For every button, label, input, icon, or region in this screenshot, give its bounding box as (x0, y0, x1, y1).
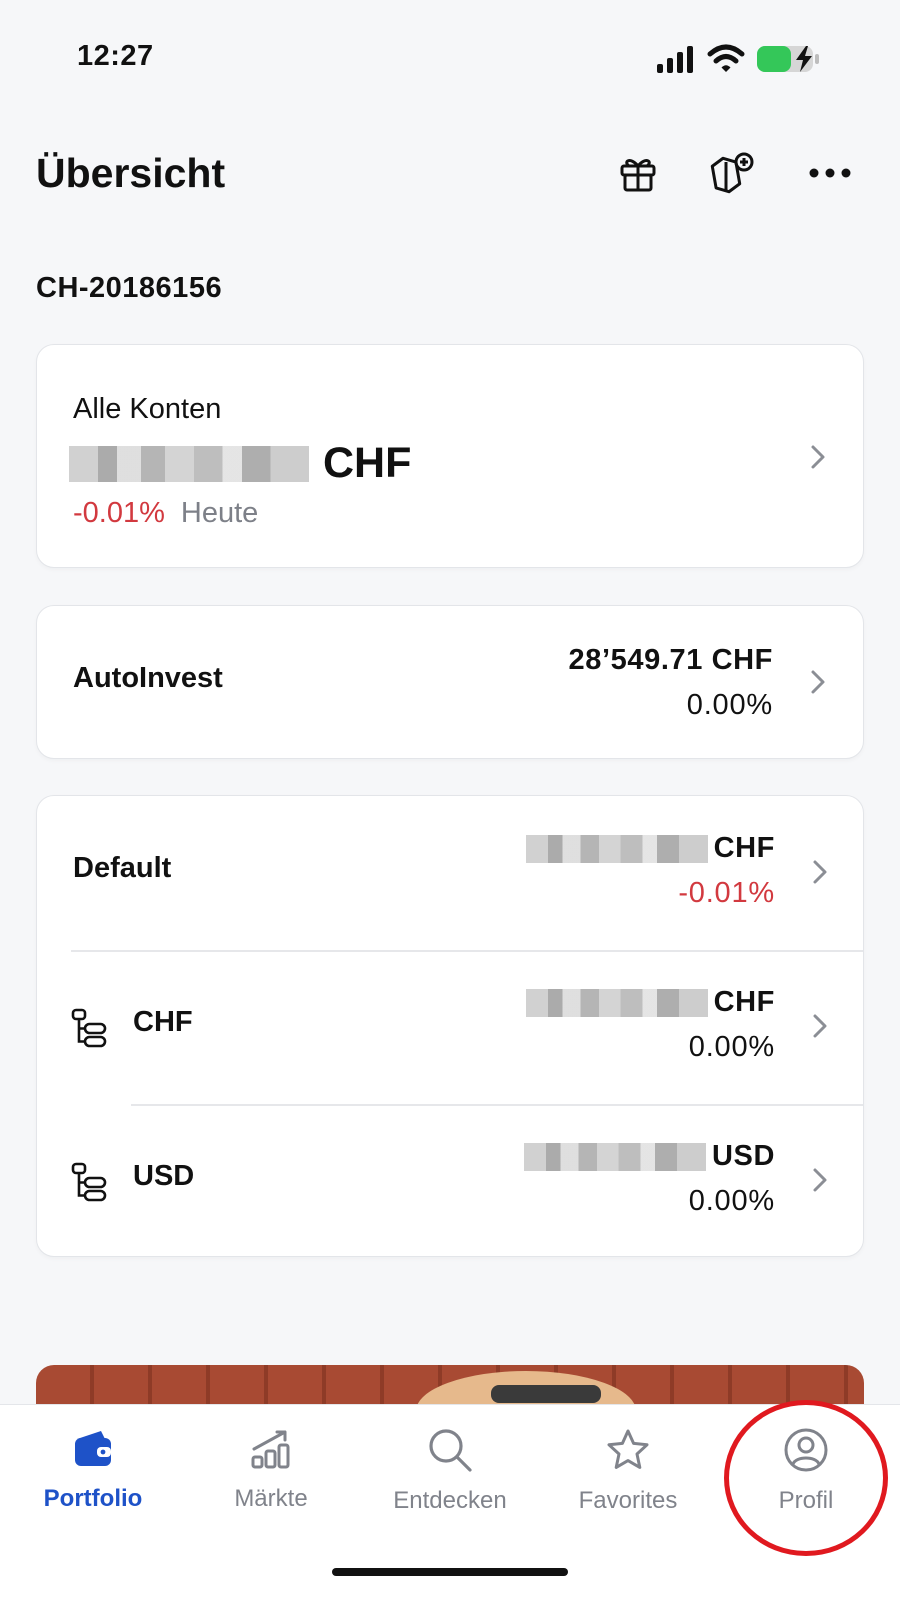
status-bar: 12:27 (0, 0, 900, 110)
highlight-annotation-circle (724, 1400, 888, 1556)
all-accounts-period: Heute (180, 497, 259, 529)
tab-label: Portfolio (43, 1485, 143, 1512)
wifi-icon (707, 44, 745, 72)
all-accounts-card[interactable]: Alle Konten CHF -0.01% Heute (36, 344, 864, 568)
chevron-right-icon (813, 1014, 827, 1038)
redacted-amount (69, 445, 309, 482)
all-accounts-amount: CHF (69, 439, 411, 488)
wallet-icon (75, 1431, 111, 1466)
account-currency: USD (711, 1140, 775, 1172)
account-change: 0.00% (688, 1185, 775, 1217)
gift-icon[interactable] (613, 148, 663, 198)
default-group-row[interactable]: Default CHF -0.01% (37, 796, 865, 950)
chart-growth-icon (251, 1430, 290, 1469)
autoinvest-values: 28’549.71 CHF 0.00% (569, 638, 773, 728)
home-indicator[interactable] (332, 1568, 568, 1576)
account-id: CH-20186156 (36, 272, 223, 304)
chevron-right-icon (813, 1168, 827, 1192)
cellular-signal-icon (657, 46, 693, 73)
star-icon (607, 1429, 649, 1469)
redacted-amount (525, 988, 708, 1017)
account-currency: CHF (713, 986, 775, 1018)
account-tree-icon (71, 1008, 107, 1048)
tab-portfolio[interactable]: Portfolio (8, 1427, 178, 1513)
autoinvest-change: 0.00% (686, 689, 773, 721)
all-accounts-change-row: -0.01% Heute (73, 497, 258, 530)
account-change: 0.00% (688, 1031, 775, 1063)
tab-entdecken[interactable]: Entdecken (365, 1427, 535, 1515)
tag-plus-icon[interactable] (708, 148, 758, 198)
search-icon (429, 1429, 472, 1472)
default-group-card: Default CHF -0.01% CHF CHF 0.00% USD USD… (36, 795, 864, 1257)
list-item[interactable]: CHF CHF 0.00% (37, 950, 865, 1104)
autoinvest-card[interactable]: AutoInvest 28’549.71 CHF 0.00% (36, 605, 864, 759)
more-icon[interactable] (805, 148, 855, 198)
autoinvest-name: AutoInvest (73, 662, 223, 694)
default-group-values: CHF -0.01% (525, 826, 775, 916)
default-group-name: Default (73, 852, 172, 884)
tab-label: Märkte (234, 1485, 308, 1512)
battery-charging-icon (757, 46, 819, 72)
tab-label: Favorites (578, 1487, 678, 1514)
chevron-right-icon (811, 445, 825, 469)
autoinvest-value: 28’549.71 CHF (568, 644, 773, 676)
account-name: USD (133, 1160, 195, 1192)
account-tree-icon (71, 1162, 107, 1202)
default-group-change: -0.01% (678, 877, 775, 909)
tab-maerkte[interactable]: Märkte (186, 1427, 356, 1513)
tab-favorites[interactable]: Favorites (543, 1427, 713, 1515)
default-group-currency: CHF (713, 832, 775, 864)
account-values: USD 0.00% (523, 1134, 775, 1224)
all-accounts-label: Alle Konten (73, 393, 222, 425)
account-name: CHF (133, 1006, 193, 1038)
page-title: Übersicht (36, 150, 226, 196)
redacted-amount (523, 1142, 706, 1171)
promo-sunglasses-image (491, 1385, 601, 1403)
all-accounts-change: -0.01% (73, 497, 165, 529)
all-accounts-currency: CHF (323, 439, 412, 487)
tab-label: Entdecken (393, 1487, 507, 1514)
chevron-right-icon (811, 670, 825, 694)
account-values: CHF 0.00% (525, 980, 775, 1070)
list-item[interactable]: USD USD 0.00% (37, 1104, 865, 1258)
redacted-amount (525, 834, 708, 863)
status-time: 12:27 (77, 40, 154, 72)
chevron-right-icon (813, 860, 827, 884)
